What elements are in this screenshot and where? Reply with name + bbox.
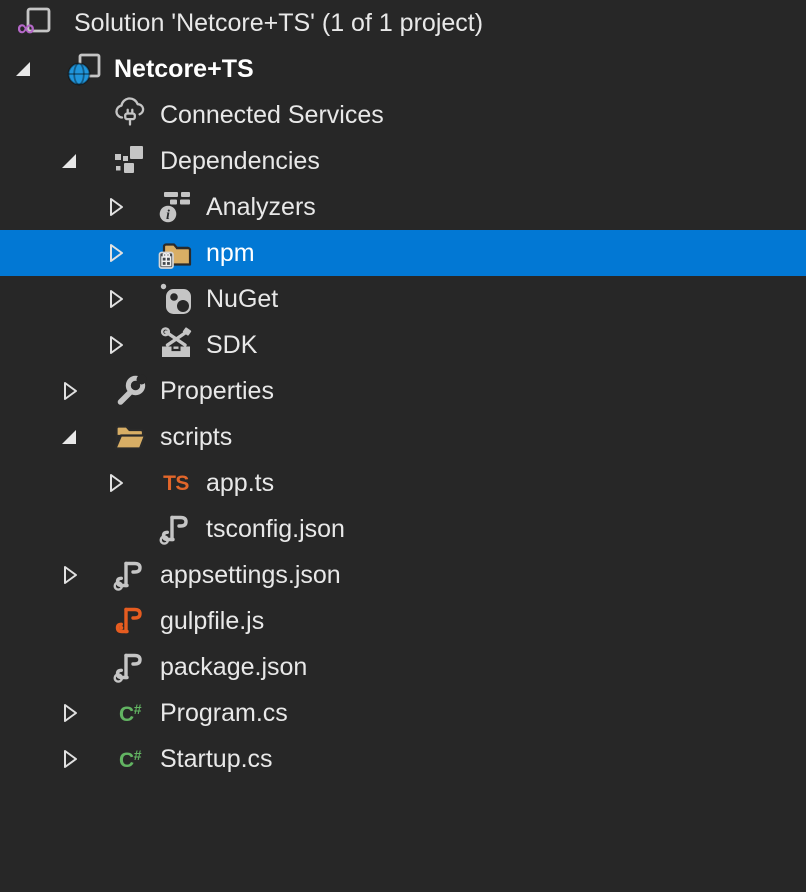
tree-item-analyzers[interactable]: i Analyzers — [0, 184, 806, 230]
tree-item-package-json[interactable]: package.json — [0, 644, 806, 690]
tree-item-nuget[interactable]: NuGet — [0, 276, 806, 322]
tree-item-scripts[interactable]: scripts — [0, 414, 806, 460]
svg-text:∞: ∞ — [18, 14, 35, 41]
tree-item-label: Program.cs — [160, 699, 288, 728]
properties-wrench-icon — [112, 373, 148, 409]
expand-arrow-icon[interactable] — [93, 276, 139, 322]
tree-item-sdk[interactable]: SDK — [0, 322, 806, 368]
expander-spacer — [93, 506, 139, 552]
tree-item-gulpfile-js[interactable]: gulpfile.js — [0, 598, 806, 644]
collapse-arrow-icon[interactable] — [47, 138, 93, 184]
json-icon — [158, 511, 194, 547]
tree-item-label: scripts — [160, 423, 232, 452]
tree-item-netcore-ts[interactable]: Netcore+TS — [0, 46, 806, 92]
sdk-icon — [158, 327, 194, 363]
connected-services-icon — [112, 97, 148, 133]
expander-spacer — [47, 92, 93, 138]
tree-item-label: package.json — [160, 653, 307, 682]
dependencies-icon — [112, 143, 148, 179]
tree-item-label: SDK — [206, 331, 257, 360]
tree-item-label: NuGet — [206, 285, 278, 314]
tree-item-label: Analyzers — [206, 193, 316, 222]
expand-arrow-icon[interactable] — [93, 322, 139, 368]
json-icon — [112, 649, 148, 685]
tree-item-label: npm — [206, 239, 255, 268]
collapse-arrow-icon[interactable] — [1, 46, 47, 92]
nuget-icon — [158, 281, 194, 317]
javascript-icon — [112, 603, 148, 639]
expander-spacer — [47, 598, 93, 644]
typescript-icon: TS — [158, 465, 194, 501]
tree-item-properties[interactable]: Properties — [0, 368, 806, 414]
tree-item-label: appsettings.json — [160, 561, 341, 590]
tree-item-label: gulpfile.js — [160, 607, 264, 636]
tree-item-program-cs[interactable]: C# Program.cs — [0, 690, 806, 736]
solution-explorer-tree: ∞ Solution 'Netcore+TS' (1 of 1 project)… — [0, 0, 806, 782]
svg-text:i: i — [166, 208, 170, 223]
tree-item-solution-netcore-ts-1-of-1-project[interactable]: ∞ Solution 'Netcore+TS' (1 of 1 project) — [0, 0, 806, 46]
expand-arrow-icon[interactable] — [47, 736, 93, 782]
csharp-icon: C# — [112, 695, 148, 731]
expand-arrow-icon[interactable] — [93, 460, 139, 506]
tree-item-connected-services[interactable]: Connected Services — [0, 92, 806, 138]
tree-item-label: Properties — [160, 377, 274, 406]
json-icon — [112, 557, 148, 593]
tree-item-label: Dependencies — [160, 147, 320, 176]
expand-arrow-icon[interactable] — [47, 368, 93, 414]
folder-open-icon — [112, 419, 148, 455]
tree-item-appsettings-json[interactable]: appsettings.json — [0, 552, 806, 598]
tree-item-label: app.ts — [206, 469, 274, 498]
collapse-arrow-icon[interactable] — [47, 414, 93, 460]
tree-item-label: Startup.cs — [160, 745, 273, 774]
expander-spacer — [47, 644, 93, 690]
tree-item-startup-cs[interactable]: C# Startup.cs — [0, 736, 806, 782]
tree-item-label: Netcore+TS — [114, 55, 254, 84]
npm-folder-icon — [158, 235, 194, 271]
tree-item-label: Connected Services — [160, 101, 384, 130]
expand-arrow-icon[interactable] — [47, 552, 93, 598]
tree-item-label: tsconfig.json — [206, 515, 345, 544]
tree-item-npm[interactable]: npm — [0, 230, 806, 276]
project-icon — [66, 51, 102, 87]
csharp-icon: C# — [112, 741, 148, 777]
analyzers-icon: i — [158, 189, 194, 225]
expand-arrow-icon[interactable] — [93, 184, 139, 230]
expand-arrow-icon[interactable] — [47, 690, 93, 736]
tree-item-tsconfig-json[interactable]: tsconfig.json — [0, 506, 806, 552]
tree-item-label: Solution 'Netcore+TS' (1 of 1 project) — [74, 9, 483, 38]
solution-icon: ∞ — [18, 5, 54, 41]
tree-item-app-ts[interactable]: TS app.ts — [0, 460, 806, 506]
tree-item-dependencies[interactable]: Dependencies — [0, 138, 806, 184]
expand-arrow-icon[interactable] — [93, 230, 139, 276]
